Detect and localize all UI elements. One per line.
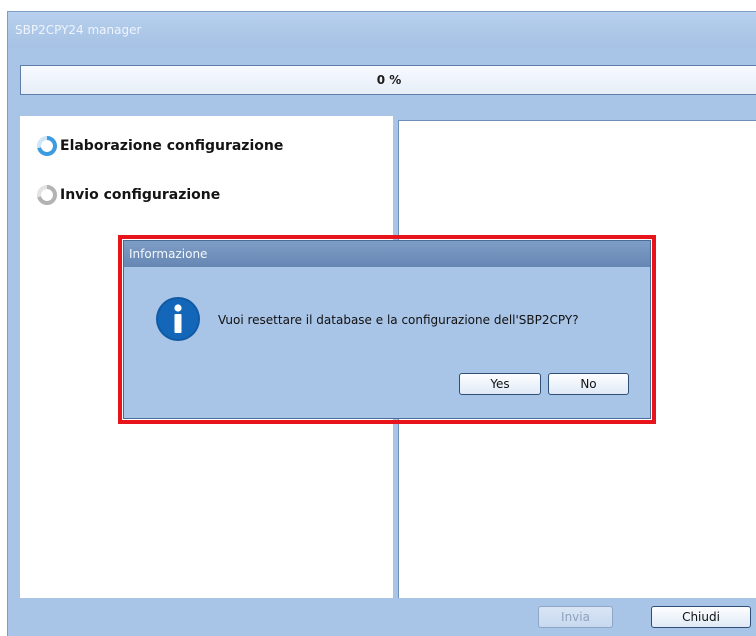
spinner-active-icon <box>37 136 57 156</box>
step-processing: Elaborazione configurazione <box>36 135 283 157</box>
close-button[interactable]: Chiudi <box>651 606 751 628</box>
info-icon <box>156 297 200 341</box>
info-dialog: Informazione Vuoi resettare il database … <box>123 240 651 419</box>
progress-percent: 0 % <box>376 73 402 87</box>
progress-bar: 0 % <box>20 65 756 95</box>
step-label: Elaborazione configurazione <box>60 138 284 154</box>
send-button[interactable]: Invia <box>538 606 613 628</box>
step-send: Invio configurazione <box>36 184 220 206</box>
spinner-pending-icon <box>37 185 57 205</box>
dialog-title: Informazione <box>124 241 650 267</box>
dialog-message: Vuoi resettare il database e la configur… <box>218 313 579 327</box>
footer-bar: Invia Chiudi <box>8 598 756 636</box>
yes-button[interactable]: Yes <box>459 373 541 395</box>
step-label: Invio configurazione <box>60 187 221 203</box>
window-title: SBP2CPY24 manager <box>8 12 756 48</box>
no-button[interactable]: No <box>548 373 629 395</box>
